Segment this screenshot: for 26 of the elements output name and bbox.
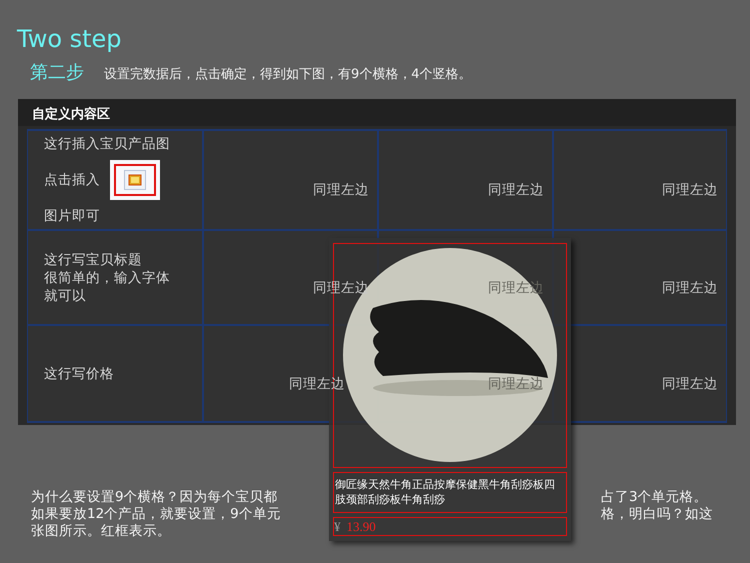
cell-text: 同理左边: [662, 278, 718, 296]
explanation-text: 格，明白吗？如这: [601, 506, 714, 523]
image-icon: [124, 170, 146, 190]
cell-text: 同理左边: [488, 374, 544, 392]
panel-header: 自定义内容区: [18, 99, 736, 126]
cell-text: 很简单的，输入字体: [44, 268, 171, 286]
currency-symbol: ¥: [334, 518, 340, 535]
explanation-text: 占了3个单元格。: [601, 489, 709, 506]
cell-text: 点击插入: [44, 171, 100, 189]
cell-text: 同理左边: [662, 374, 718, 392]
page-title: Two step: [17, 25, 122, 53]
cell-text: 就可以: [44, 286, 87, 304]
step-description: 设置完数据后，点击确定，得到如下图，有9个横格，4个竖格。: [104, 66, 472, 83]
product-title: 御匠缘天然牛角正品按摩保健黑牛角刮痧板四肢颈部刮痧板牛角刮痧: [333, 472, 567, 514]
cell-text: 这行写价格: [44, 364, 115, 382]
cell-text: 同理左边: [313, 181, 369, 199]
cell-text: 图片即可: [44, 207, 101, 225]
cell-text: 同理左边: [488, 181, 544, 199]
step-label: 第二步: [30, 61, 84, 84]
product-price: 13.90: [346, 518, 376, 535]
cell-text: 这行插入宝贝产品图: [44, 135, 171, 153]
cell-text: 同理左边: [662, 181, 718, 199]
explanation-text: 张图所示。红框表示。: [31, 523, 172, 540]
cell-text: 这行写宝贝标题: [44, 250, 143, 268]
explanation-text: 如果要放12个产品，就要设置，9个单元: [31, 506, 281, 523]
explanation-text: 为什么要设置9个横格？因为每个宝贝都: [31, 489, 279, 506]
